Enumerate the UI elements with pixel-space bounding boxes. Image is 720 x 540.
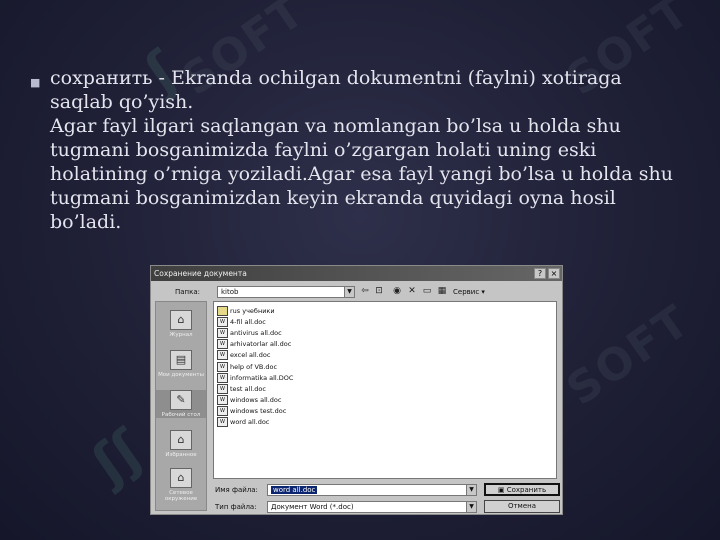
word-doc-icon: W	[217, 327, 228, 338]
file-list[interactable]: rus учебники W 4-fil all.doc Wantivirus a…	[213, 301, 557, 479]
dialog-titlebar: Сохранение документа ? ×	[151, 266, 562, 281]
dialog-title: Сохранение документа	[154, 269, 247, 278]
chevron-down-icon[interactable]: ▼	[466, 485, 476, 495]
service-label: Сервис	[453, 288, 480, 296]
bullet-text: сохранить - Ekranda ochilgan dokumentni …	[50, 67, 622, 113]
search-web-icon[interactable]: ◉	[391, 286, 403, 296]
word-doc-icon: W	[217, 395, 228, 406]
filename-label: Имя файла:	[215, 486, 258, 494]
help-button[interactable]: ?	[534, 268, 546, 279]
place-network[interactable]: ⌂ Сетевое окружение	[156, 468, 206, 502]
list-item[interactable]: W 4-fil all.doc	[217, 316, 556, 327]
list-item[interactable]: Warhivatorlar all.doc	[217, 339, 556, 350]
close-button[interactable]: ×	[548, 268, 560, 279]
word-doc-icon: W	[217, 350, 228, 361]
list-item[interactable]: Whelp of VB.doc	[217, 361, 556, 372]
place-favorites[interactable]: ⌂ Избранное	[156, 430, 206, 458]
word-doc-icon: W	[217, 417, 228, 428]
filename-input[interactable]: word all.doc ▼	[267, 484, 477, 496]
network-icon: ⌂	[170, 468, 192, 488]
save-icon: ▣	[497, 486, 505, 494]
place-my-documents[interactable]: ▤ Мои документы	[156, 350, 206, 378]
paragraph-text: Agar fayl ilgari saqlangan va nomlangan …	[50, 115, 673, 233]
my-documents-icon: ▤	[170, 350, 192, 370]
list-item[interactable]: Wwindows all.doc	[217, 395, 556, 406]
history-icon: ⌂	[170, 310, 192, 330]
desktop-icon: ✎	[170, 390, 192, 410]
word-doc-icon: W	[217, 361, 228, 372]
word-doc-icon: W	[217, 339, 228, 350]
bullet-icon: ■	[30, 76, 41, 89]
word-doc-icon: W	[217, 316, 228, 327]
list-item[interactable]: Wexcel all.doc	[217, 350, 556, 361]
folder-icon	[217, 305, 228, 316]
chevron-down-icon[interactable]: ▼	[466, 502, 476, 512]
delete-icon[interactable]: ✕	[406, 286, 418, 296]
word-doc-icon: W	[217, 383, 228, 394]
place-desktop[interactable]: ✎ Рабочий стол	[156, 390, 206, 418]
watermark-logo: ʃʃ	[80, 417, 154, 496]
save-button[interactable]: ▣ Сохранить	[484, 483, 560, 496]
save-dialog: Сохранение документа ? × Папка: kitob ▼ …	[150, 265, 563, 515]
up-folder-icon[interactable]: ⊡	[373, 286, 385, 296]
back-icon[interactable]: ⇦	[359, 286, 371, 296]
word-doc-icon: W	[217, 406, 228, 417]
list-item[interactable]: rus учебники	[217, 305, 556, 316]
filetype-label: Тип файла:	[215, 503, 257, 511]
list-item[interactable]: Wwindows test.doc	[217, 406, 556, 417]
list-item[interactable]: Wword all.doc	[217, 417, 556, 428]
filetype-select[interactable]: Документ Word (*.doc) ▼	[267, 501, 477, 513]
word-doc-icon: W	[217, 372, 228, 383]
folder-value: kitob	[221, 288, 239, 296]
favorites-icon: ⌂	[170, 430, 192, 450]
cancel-button[interactable]: Отмена	[484, 500, 560, 513]
service-menu[interactable]: Сервис ▾	[453, 288, 485, 296]
folder-select[interactable]: kitob ▼	[217, 286, 355, 298]
list-item[interactable]: Wantivirus all.doc	[217, 327, 556, 338]
folder-label: Папка:	[175, 288, 201, 296]
list-item[interactable]: Wtest all.doc	[217, 383, 556, 394]
place-history[interactable]: ⌂ Журнал	[156, 310, 206, 338]
slide-body: ■ сохранить - Ekranda ochilgan dokumentn…	[30, 66, 690, 234]
new-folder-icon[interactable]: ▭	[421, 286, 433, 296]
places-bar: ⌂ Журнал ▤ Мои документы ✎ Рабочий стол …	[155, 301, 207, 511]
filetype-value: Документ Word (*.doc)	[271, 503, 354, 511]
chevron-down-icon[interactable]: ▼	[344, 287, 354, 297]
watermark-text: SOFT	[557, 295, 700, 416]
views-icon[interactable]: ▦	[436, 286, 448, 296]
list-item[interactable]: Winformatika all.DOC	[217, 372, 556, 383]
filename-value: word all.doc	[271, 486, 318, 494]
